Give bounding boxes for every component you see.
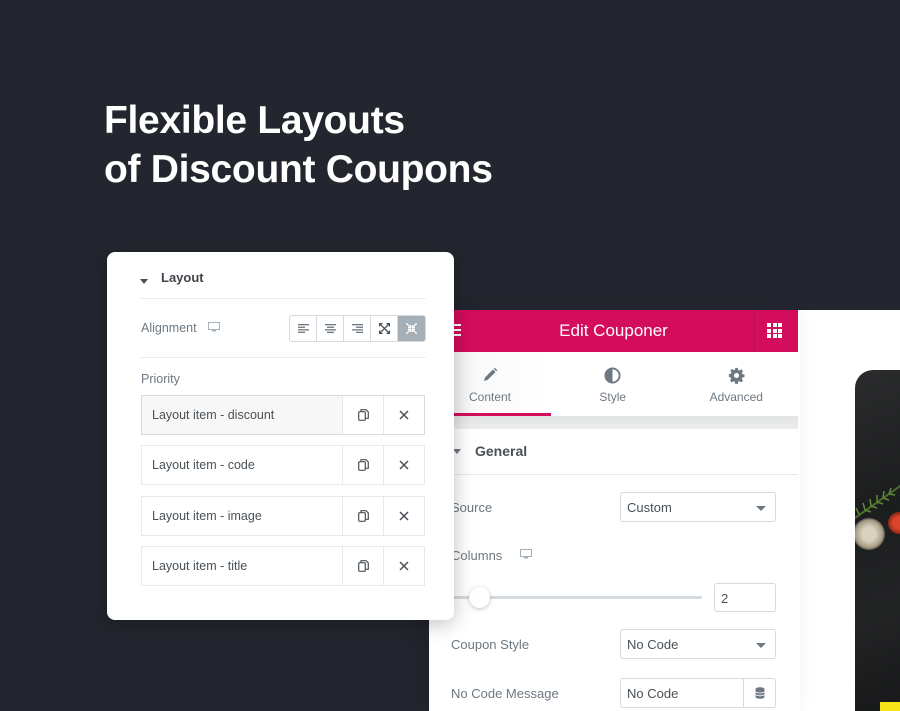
section-general-toggle[interactable]: General [429, 429, 798, 475]
remove-button[interactable] [383, 497, 424, 535]
close-icon [399, 460, 409, 470]
close-icon [399, 410, 409, 420]
expand-icon [378, 323, 390, 334]
pencil-icon [484, 367, 498, 381]
database-icon [754, 687, 765, 699]
page-headline: Flexible Layouts of Discount Coupons [104, 96, 493, 194]
widgets-grid-icon[interactable] [767, 323, 782, 338]
coupon-style-label: Coupon Style [451, 637, 530, 652]
copy-icon [357, 560, 369, 572]
header-divider [754, 310, 755, 352]
compress-icon [406, 323, 417, 334]
tab-style-label: Style [599, 390, 627, 404]
close-icon [399, 561, 409, 571]
half-circle-icon [604, 366, 621, 384]
expand-button[interactable] [371, 316, 398, 341]
paprika-bowl-decoration [888, 512, 900, 534]
repeater-item[interactable]: Layout item - title [141, 546, 425, 586]
tab-advanced-label: Advanced [709, 390, 763, 404]
align-center-button[interactable] [317, 316, 344, 341]
desktop-icon[interactable] [520, 549, 532, 559]
repeater-item[interactable]: Layout item - image [141, 496, 425, 536]
editor-title: Edit Couponer [559, 321, 668, 340]
compress-button[interactable] [398, 316, 425, 341]
headline-line-2: of Discount Coupons [104, 148, 493, 191]
close-icon [399, 511, 409, 521]
pepper-bowl-decoration [855, 518, 885, 550]
alignment-button-group [289, 315, 426, 342]
caret-down-icon [453, 449, 461, 454]
duplicate-button[interactable] [342, 497, 383, 535]
copy-icon [357, 510, 369, 522]
tab-advanced[interactable]: Advanced [675, 352, 799, 416]
align-right-icon [351, 324, 363, 333]
remove-button[interactable] [383, 446, 424, 484]
source-value: Custom [627, 500, 672, 515]
repeater-item[interactable]: Layout item - discount [141, 395, 425, 435]
editor-tabs: Content Style Advanced [429, 352, 798, 416]
divider [140, 357, 426, 358]
columns-slider-handle[interactable] [469, 587, 490, 608]
remove-button[interactable] [383, 396, 424, 434]
divider [140, 298, 426, 299]
chevron-down-icon [756, 506, 766, 511]
desktop-icon[interactable] [208, 322, 220, 332]
copy-icon [357, 409, 369, 421]
coupon-preview-image [855, 370, 900, 711]
source-select[interactable]: Custom [620, 492, 776, 522]
caret-down-icon [140, 279, 148, 284]
columns-label: Columns [451, 548, 503, 563]
priority-label: Priority [141, 372, 180, 386]
source-label: Source [451, 500, 493, 515]
align-center-icon [324, 324, 336, 333]
repeater-item-title: Layout item - image [152, 509, 262, 523]
headline-line-1: Flexible Layouts [104, 99, 405, 142]
layout-panel: Layout Alignment Priority Layout item - … [107, 252, 454, 620]
coupon-style-select[interactable]: No Code [620, 629, 776, 659]
section-general-title: General [475, 443, 528, 459]
coupon-style-value: No Code [627, 637, 679, 652]
no-code-message-label: No Code Message [451, 686, 559, 701]
duplicate-button[interactable] [342, 547, 383, 585]
dynamic-tags-button[interactable] [743, 679, 775, 707]
duplicate-button[interactable] [342, 446, 383, 484]
tab-style[interactable]: Style [551, 352, 675, 416]
repeater-item-title: Layout item - discount [152, 408, 275, 422]
no-code-message-input[interactable]: No Code [620, 678, 776, 708]
alignment-label: Alignment [141, 321, 197, 335]
align-left-icon [297, 324, 309, 333]
editor-panel: Edit Couponer Content Style Advanced Gen… [429, 310, 800, 711]
remove-button[interactable] [383, 547, 424, 585]
layout-section-title: Layout [161, 270, 204, 285]
repeater-item-title: Layout item - code [152, 458, 255, 472]
no-code-message-value: No Code [627, 686, 679, 701]
editor-header: Edit Couponer [429, 310, 798, 352]
chevron-down-icon [756, 643, 766, 648]
repeater-item[interactable]: Layout item - code [141, 445, 425, 485]
align-right-button[interactable] [344, 316, 371, 341]
columns-number-input[interactable]: 2 [714, 583, 776, 612]
copy-icon [357, 459, 369, 471]
gear-icon [728, 367, 745, 384]
repeater-item-title: Layout item - title [152, 559, 248, 573]
align-left-button[interactable] [290, 316, 317, 341]
tabs-separator [429, 416, 798, 429]
coupon-badge-strip [880, 702, 900, 711]
duplicate-button[interactable] [342, 396, 383, 434]
